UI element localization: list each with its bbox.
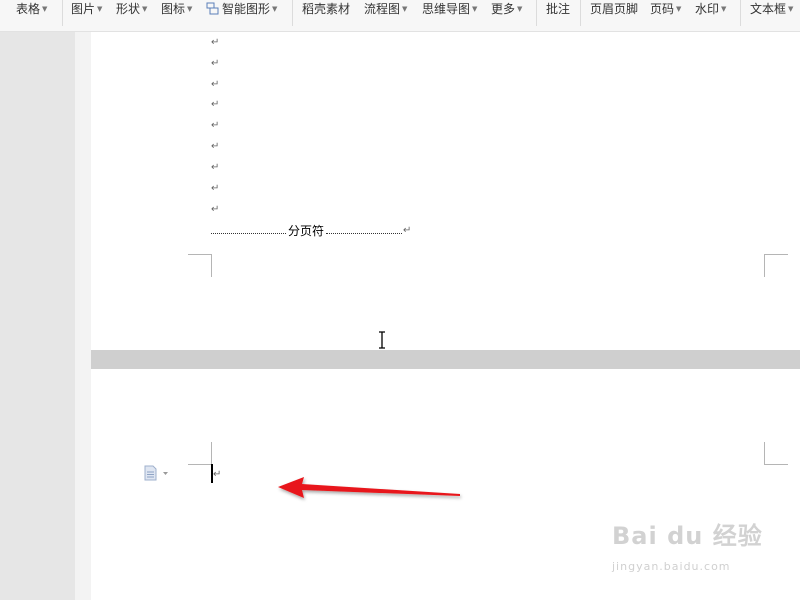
margin-corner-mark <box>211 442 212 464</box>
chevron-down-icon: ▼ <box>97 5 103 13</box>
paragraph-mark: ↵ <box>211 99 220 110</box>
paragraph-mark: ↵ <box>211 183 220 194</box>
smart-graphic-icon <box>206 2 219 15</box>
chevron-down-icon: ▼ <box>402 5 408 13</box>
mindmap-menu-label: 思维导图 <box>422 2 471 16</box>
toolbar-divider <box>62 0 63 26</box>
flowchart-menu-label: 流程图 <box>364 2 401 16</box>
icon-menu-label: 图标 <box>161 2 186 16</box>
page-break-line-right <box>326 233 402 234</box>
chevron-down-icon: ▼ <box>142 5 148 13</box>
header-footer-label: 页眉页脚 <box>590 2 639 16</box>
table-menu-label: 表格 <box>16 2 41 16</box>
icon-menu[interactable]: 图标 ▼ <box>161 0 192 20</box>
header-footer-button[interactable]: 页眉页脚 <box>590 0 638 20</box>
page-separator <box>91 350 800 369</box>
watermark-menu-label: 水印 <box>695 2 720 16</box>
toolbar-divider <box>292 0 293 26</box>
paragraph-mark: ↵ <box>211 79 220 90</box>
chevron-down-icon: ▼ <box>187 5 193 13</box>
margin-corner-mark <box>764 254 788 255</box>
toolbar-divider <box>580 0 581 26</box>
chevron-down-icon: ▼ <box>517 5 523 13</box>
annotation-arrow-icon <box>278 477 460 498</box>
paragraph-mark: ↵ <box>213 469 222 480</box>
textbox-menu[interactable]: 文本框 ▼ <box>750 0 793 20</box>
margin-corner-mark <box>764 254 765 277</box>
picture-menu-label: 图片 <box>71 2 96 16</box>
page-number-menu[interactable]: 页码 ▼ <box>650 0 681 20</box>
chevron-down-icon: ▼ <box>721 5 727 13</box>
margin-corner-mark <box>764 464 788 465</box>
mindmap-menu[interactable]: 思维导图 ▼ <box>422 0 477 20</box>
shape-menu-label: 形状 <box>116 2 141 16</box>
watermark-logo-text: Bai du 经验 <box>612 522 763 550</box>
chevron-down-icon: ▼ <box>272 5 278 13</box>
flowchart-menu[interactable]: 流程图 ▼ <box>364 0 407 20</box>
ribbon-toolbar: 表格 ▼ 图片 ▼ 形状 ▼ 图标 ▼ 智能图形 ▼ 稻壳素材 流程图 ▼ 思维导图 ▼ 更多… <box>0 0 800 32</box>
toolbar-divider <box>536 0 537 26</box>
picture-menu[interactable]: 图片 ▼ <box>71 0 102 20</box>
shape-menu[interactable]: 形状 ▼ <box>116 0 147 20</box>
toolbar-divider <box>740 0 741 26</box>
smart-graphic-menu-label: 智能图形 <box>222 2 271 16</box>
watermark-url: jingyan.baidu.com <box>612 560 731 573</box>
paragraph-mark: ↵ <box>211 204 220 215</box>
ibeam-cursor-icon <box>379 331 385 349</box>
margin-corner-mark <box>188 464 211 465</box>
docer-material-label: 稻壳素材 <box>302 2 351 16</box>
paragraph-mark: ↵ <box>211 37 220 48</box>
smart-graphic-menu[interactable]: 智能图形 ▼ <box>206 0 277 20</box>
paragraph-mark: ↵ <box>403 225 412 236</box>
paragraph-mark: ↵ <box>211 141 220 152</box>
chevron-down-icon: ▼ <box>676 5 682 13</box>
comment-button[interactable]: 批注 <box>546 0 570 20</box>
more-menu-label: 更多 <box>491 2 516 16</box>
table-menu[interactable]: 表格 ▼ <box>16 0 47 20</box>
paragraph-mark: ↵ <box>211 58 220 69</box>
margin-corner-mark <box>211 254 212 277</box>
document-icon <box>144 465 168 481</box>
comment-button-label: 批注 <box>546 2 571 16</box>
page-shadow-edge <box>75 32 91 600</box>
watermark-menu[interactable]: 水印 ▼ <box>695 0 726 20</box>
textbox-menu-label: 文本框 <box>750 2 787 16</box>
paragraph-mark: ↵ <box>211 120 220 131</box>
docer-material-button[interactable]: 稻壳素材 <box>302 0 350 20</box>
chevron-down-icon: ▼ <box>42 5 48 13</box>
document-page-1[interactable] <box>91 32 800 350</box>
paragraph-layout-button[interactable] <box>144 465 168 481</box>
chevron-down-icon: ▼ <box>788 5 794 13</box>
document-gutter <box>0 32 75 600</box>
margin-corner-mark <box>188 254 211 255</box>
chevron-down-icon: ▼ <box>472 5 478 13</box>
margin-corner-mark <box>764 442 765 465</box>
page-break-label: 分页符 <box>288 224 325 238</box>
paragraph-mark: ↵ <box>211 162 220 173</box>
more-menu[interactable]: 更多 ▼ <box>491 0 522 20</box>
page-break-line-left <box>211 233 286 234</box>
baidu-watermark: Bai du 经验 jingyan.baidu.com <box>612 516 763 573</box>
page-number-menu-label: 页码 <box>650 2 675 16</box>
